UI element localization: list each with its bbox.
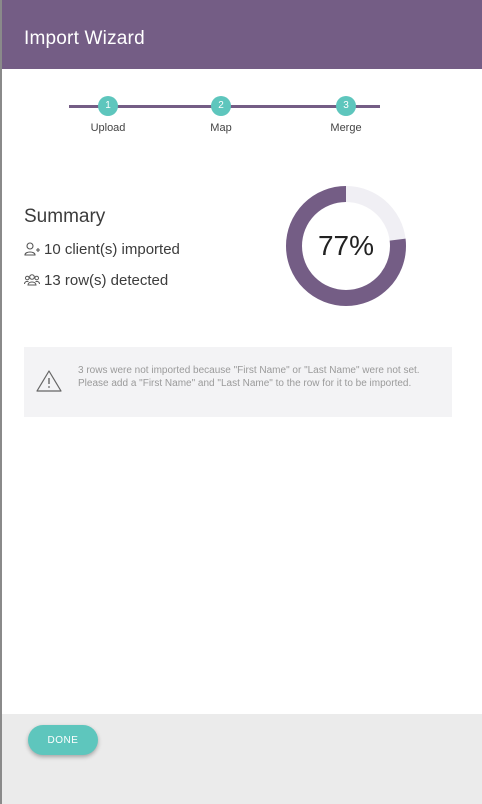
step-number: 3 — [336, 96, 356, 116]
progress-percent: 77% — [317, 230, 375, 261]
imported-stat: 10 client(s) imported — [24, 239, 180, 259]
imported-count-text: 10 client(s) imported — [44, 240, 180, 258]
import-wizard-dialog: Import Wizard 1 Upload 2 Map 3 Merge Sum… — [2, 0, 482, 804]
step-map[interactable]: 2 Map — [181, 95, 261, 134]
step-number: 2 — [211, 96, 231, 116]
stepper: 1 Upload 2 Map 3 Merge — [2, 95, 482, 145]
step-merge[interactable]: 3 Merge — [306, 95, 386, 134]
add-user-icon — [24, 242, 40, 256]
step-upload[interactable]: 1 Upload — [68, 95, 148, 134]
dialog-footer: DONE — [2, 714, 482, 804]
step-label: Merge — [330, 122, 362, 134]
users-group-icon — [24, 274, 40, 286]
warning-message: 3 rows were not imported because "First … — [78, 365, 420, 389]
summary-title: Summary — [24, 206, 106, 227]
done-button[interactable]: DONE — [28, 725, 98, 755]
dialog-header: Import Wizard — [2, 0, 482, 69]
detected-count-text: 13 row(s) detected — [44, 271, 169, 289]
warning-triangle-icon — [36, 370, 62, 392]
warning-banner: 3 rows were not imported because "First … — [24, 347, 452, 417]
step-label: Upload — [90, 122, 126, 134]
detected-stat: 13 row(s) detected — [24, 270, 168, 290]
dialog-title: Import Wizard — [24, 28, 145, 49]
step-number: 1 — [98, 96, 118, 116]
step-label: Map — [210, 122, 232, 134]
